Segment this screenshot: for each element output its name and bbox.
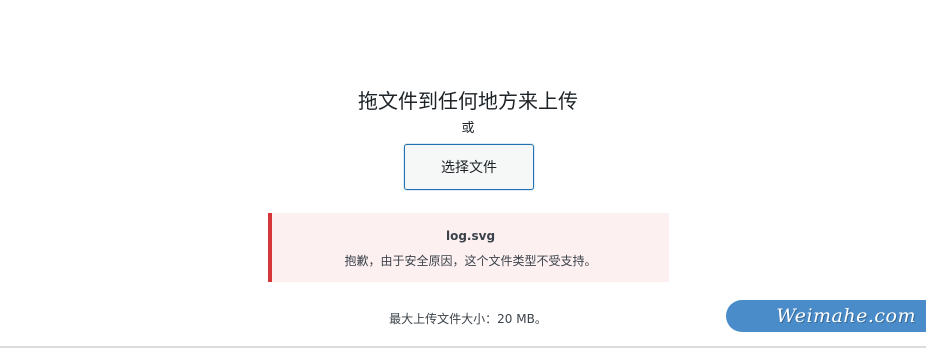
watermark-badge: Weimahe.com	[726, 300, 926, 332]
drag-drop-area[interactable]: 拖文件到任何地方来上传 或 选择文件 log.svg 抱歉，由于安全原因，这个文…	[0, 0, 926, 346]
upload-error-notice: log.svg 抱歉，由于安全原因，这个文件类型不受支持。	[268, 213, 669, 282]
drop-instructions: 拖文件到任何地方来上传	[358, 89, 578, 113]
watermark-text: Weimahe.com	[776, 305, 916, 327]
or-separator: 或	[461, 121, 475, 136]
error-filename: log.svg	[445, 229, 496, 243]
error-message: 抱歉，由于安全原因，这个文件类型不受支持。	[344, 254, 597, 268]
select-files-button[interactable]: 选择文件	[404, 144, 534, 190]
